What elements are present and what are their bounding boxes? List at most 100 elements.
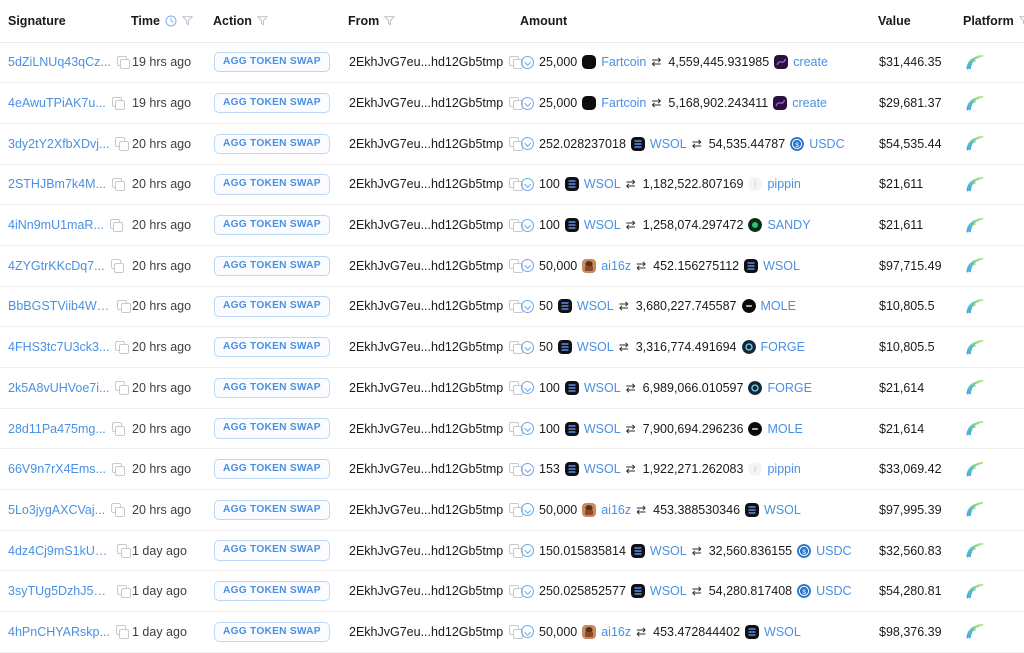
table-row[interactable]: 4ZYGtrKKcDq7... 20 hrs ago AGG TOKEN SWAP 2…	[0, 245, 1024, 287]
token-out-link[interactable]: WSOL	[764, 625, 801, 639]
filter-icon[interactable]	[181, 15, 193, 26]
jupiter-logo-icon[interactable]	[964, 213, 986, 235]
action-badge[interactable]: AGG TOKEN SWAP	[214, 133, 330, 154]
action-badge[interactable]: AGG TOKEN SWAP	[214, 540, 330, 561]
from-address[interactable]: 2EkhJvG7eu...hd12Gb5tmp	[349, 422, 503, 436]
action-badge[interactable]: AGG TOKEN SWAP	[214, 214, 330, 236]
from-address[interactable]: 2EkhJvG7eu...hd12Gb5tmp	[349, 462, 503, 476]
signature-link[interactable]: 4FHS3tc7U3ck3...	[8, 340, 109, 354]
token-out-link[interactable]: pippin	[767, 462, 800, 476]
jupiter-logo-icon[interactable]	[964, 50, 986, 72]
token-in-link[interactable]: WSOL	[577, 340, 614, 354]
from-address[interactable]: 2EkhJvG7eu...hd12Gb5tmp	[349, 137, 503, 151]
token-out-link[interactable]: create	[792, 96, 827, 110]
from-address[interactable]: 2EkhJvG7eu...hd12Gb5tmp	[349, 381, 503, 395]
copy-icon[interactable]	[109, 218, 124, 233]
action-badge[interactable]: AGG TOKEN SWAP	[214, 337, 330, 358]
filter-icon[interactable]	[1018, 15, 1024, 26]
chevron-down-circle-icon[interactable]	[521, 584, 534, 598]
chevron-down-circle-icon[interactable]	[521, 544, 534, 558]
copy-icon[interactable]	[117, 299, 131, 314]
chevron-down-circle-icon[interactable]	[521, 625, 534, 639]
token-in-link[interactable]: ai16z	[601, 503, 631, 517]
jupiter-logo-icon[interactable]	[964, 335, 986, 357]
jupiter-logo-icon[interactable]	[964, 253, 986, 275]
column-header-amount[interactable]: Amount	[520, 0, 878, 43]
jupiter-logo-icon[interactable]	[964, 91, 986, 113]
token-in-link[interactable]: ai16z	[601, 259, 631, 273]
chevron-down-circle-icon[interactable]	[521, 218, 534, 232]
table-row[interactable]: 2STHJBm7k4M... 20 hrs ago AGG TOKEN SWAP 2E…	[0, 164, 1024, 206]
chevron-down-circle-icon[interactable]	[521, 503, 534, 517]
table-row[interactable]: 4dz4Cj9mS1kU3... 1 day ago AGG TOKEN SWAP 2…	[0, 530, 1024, 572]
copy-icon[interactable]	[115, 340, 129, 355]
table-row[interactable]: 4eAwuTPiAK7u... 19 hrs ago AGG TOKEN SWAP 2…	[0, 82, 1024, 124]
token-in-link[interactable]: WSOL	[650, 584, 687, 598]
token-in-link[interactable]: WSOL	[584, 422, 621, 436]
filter-icon[interactable]	[384, 15, 396, 26]
action-badge[interactable]: AGG TOKEN SWAP	[214, 581, 330, 602]
token-out-link[interactable]: SANDY	[767, 218, 810, 232]
from-address[interactable]: 2EkhJvG7eu...hd12Gb5tmp	[349, 299, 503, 313]
table-row[interactable]: 3dy2tY2XfbXDvj... 20 hrs ago AGG TOKEN SWA…	[0, 123, 1024, 165]
chevron-down-circle-icon[interactable]	[521, 381, 534, 395]
filter-icon[interactable]	[256, 15, 268, 26]
token-out-link[interactable]: FORGE	[761, 340, 805, 354]
table-row[interactable]: BbBGSTViib4Wp... 20 hrs ago AGG TOKEN SWAP…	[0, 286, 1024, 328]
clock-icon[interactable]	[165, 15, 177, 27]
from-address[interactable]: 2EkhJvG7eu...hd12Gb5tmp	[349, 96, 503, 110]
from-address[interactable]: 2EkhJvG7eu...hd12Gb5tmp	[349, 625, 503, 639]
token-in-link[interactable]: WSOL	[584, 381, 621, 395]
copy-icon[interactable]	[111, 462, 126, 477]
from-address[interactable]: 2EkhJvG7eu...hd12Gb5tmp	[349, 218, 503, 232]
jupiter-logo-icon[interactable]	[964, 619, 986, 641]
copy-icon[interactable]	[111, 422, 126, 436]
signature-link[interactable]: 5dZiLNUq43qCz...	[8, 55, 111, 69]
token-in-link[interactable]: WSOL	[650, 137, 687, 151]
from-address[interactable]: 2EkhJvG7eu...hd12Gb5tmp	[349, 177, 503, 191]
table-row[interactable]: 4FHS3tc7U3ck3... 20 hrs ago AGG TOKEN SWAP…	[0, 326, 1024, 368]
copy-icon[interactable]	[115, 137, 129, 151]
column-header-platform[interactable]: Platform	[963, 0, 1024, 43]
jupiter-logo-icon[interactable]	[964, 579, 986, 601]
copy-icon[interactable]	[110, 259, 125, 273]
token-in-link[interactable]: Fartcoin	[601, 55, 646, 69]
action-badge[interactable]: AGG TOKEN SWAP	[214, 418, 330, 439]
table-row[interactable]: 4hPnCHYARskp... 1 day ago AGG TOKEN SWAP 2E…	[0, 611, 1024, 653]
chevron-down-circle-icon[interactable]	[521, 259, 534, 273]
column-header-from[interactable]: From	[348, 0, 520, 43]
signature-link[interactable]: 4hPnCHYARskp...	[8, 625, 110, 639]
copy-icon[interactable]	[111, 177, 126, 192]
token-in-link[interactable]: Fartcoin	[601, 96, 646, 110]
table-row[interactable]: 66V9n7rX4Ems... 20 hrs ago AGG TOKEN SWAP 2…	[0, 448, 1024, 491]
action-badge[interactable]: AGG TOKEN SWAP	[214, 377, 330, 398]
table-row[interactable]: 3syTUg5DzhJ5Z... 1 day ago AGG TOKEN SWAP 2…	[0, 570, 1024, 613]
column-header-value[interactable]: Value	[878, 0, 963, 43]
token-out-link[interactable]: WSOL	[764, 503, 801, 517]
token-in-link[interactable]: ai16z	[601, 625, 631, 639]
signature-link[interactable]: 3syTUg5DzhJ5Z...	[8, 584, 111, 598]
chevron-down-circle-icon[interactable]	[521, 462, 534, 476]
token-in-link[interactable]: WSOL	[584, 177, 621, 191]
jupiter-logo-icon[interactable]	[964, 172, 986, 194]
signature-link[interactable]: 2STHJBm7k4M...	[8, 177, 106, 191]
signature-link[interactable]: 2k5A8vUHVoe7i...	[8, 381, 109, 395]
signature-link[interactable]: 4iNn9mU1maR...	[8, 218, 104, 232]
table-row[interactable]: 5Lo3jygAXCVaj... 20 hrs ago AGG TOKEN SWAP…	[0, 489, 1024, 531]
chevron-down-circle-icon[interactable]	[521, 96, 534, 110]
action-badge[interactable]: AGG TOKEN SWAP	[214, 255, 330, 276]
table-row[interactable]: 4iNn9mU1maR... 20 hrs ago AGG TOKEN SWAP 2E…	[0, 204, 1024, 246]
table-row[interactable]: 5dZiLNUq43qCz... 19 hrs ago AGG TOKEN SWAP…	[0, 42, 1024, 84]
token-in-link[interactable]: WSOL	[577, 299, 614, 313]
jupiter-logo-icon[interactable]	[964, 294, 986, 316]
action-badge[interactable]: AGG TOKEN SWAP	[214, 621, 330, 643]
action-badge[interactable]: AGG TOKEN SWAP	[214, 92, 330, 114]
action-badge[interactable]: AGG TOKEN SWAP	[214, 459, 330, 480]
copy-icon[interactable]	[116, 55, 131, 70]
jupiter-logo-icon[interactable]	[964, 131, 986, 153]
token-out-link[interactable]: USDC	[816, 544, 851, 558]
token-out-link[interactable]: MOLE	[761, 299, 796, 313]
action-badge[interactable]: AGG TOKEN SWAP	[214, 174, 330, 195]
jupiter-logo-icon[interactable]	[964, 457, 986, 479]
chevron-down-circle-icon[interactable]	[521, 340, 534, 354]
